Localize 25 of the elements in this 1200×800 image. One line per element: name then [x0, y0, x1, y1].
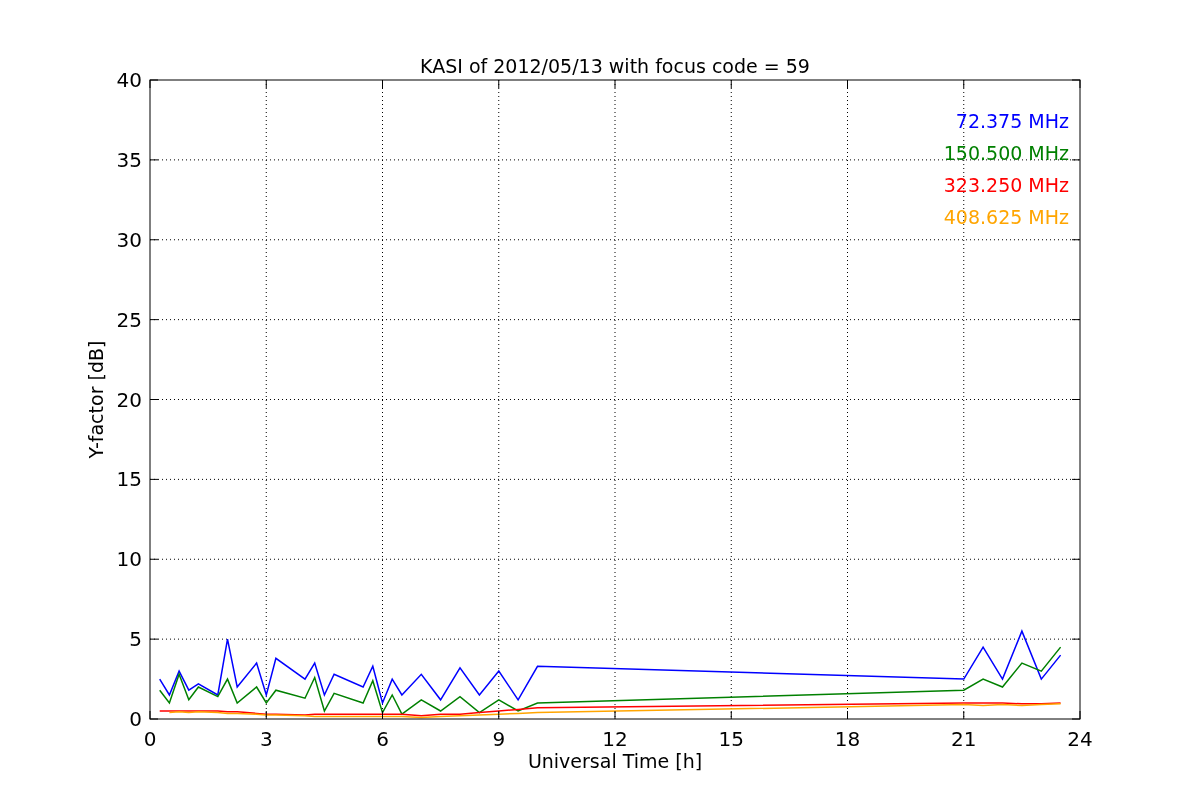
x-tick-label: 9 [492, 727, 506, 751]
legend-label: 150.500 MHz [943, 142, 1069, 164]
y-tick-label: 20 [116, 387, 142, 412]
x-axis-label: Universal Time [h] [527, 750, 703, 772]
y-tick-label: 40 [116, 68, 142, 92]
y-tick-label: 30 [116, 227, 142, 252]
x-tick-label: 24 [1067, 727, 1093, 751]
y-axis-label: Y-factor [dB] [85, 340, 107, 459]
x-tick-label: 15 [718, 727, 744, 751]
x-tick-label: 3 [259, 727, 273, 751]
legend-label: 408.625 MHz [943, 206, 1069, 228]
x-tick-label: 21 [951, 727, 977, 751]
x-tick-label: 0 [143, 727, 157, 751]
legend-label: 72.375 MHz [955, 110, 1069, 132]
y-tick-label: 0 [129, 707, 142, 731]
y-tick-label: 5 [129, 627, 142, 652]
legend-label: 323.250 MHz [943, 174, 1069, 196]
y-tick-label: 15 [116, 467, 142, 492]
x-tick-label: 18 [834, 727, 861, 751]
x-tick-label: 12 [602, 727, 628, 751]
y-tick-label: 35 [116, 147, 142, 172]
x-tick-label: 6 [376, 727, 389, 751]
chart-title: KASI of 2012/05/13 with focus code = 59 [420, 55, 810, 77]
y-tick-label: 10 [116, 547, 142, 572]
y-tick-label: 25 [116, 307, 142, 332]
